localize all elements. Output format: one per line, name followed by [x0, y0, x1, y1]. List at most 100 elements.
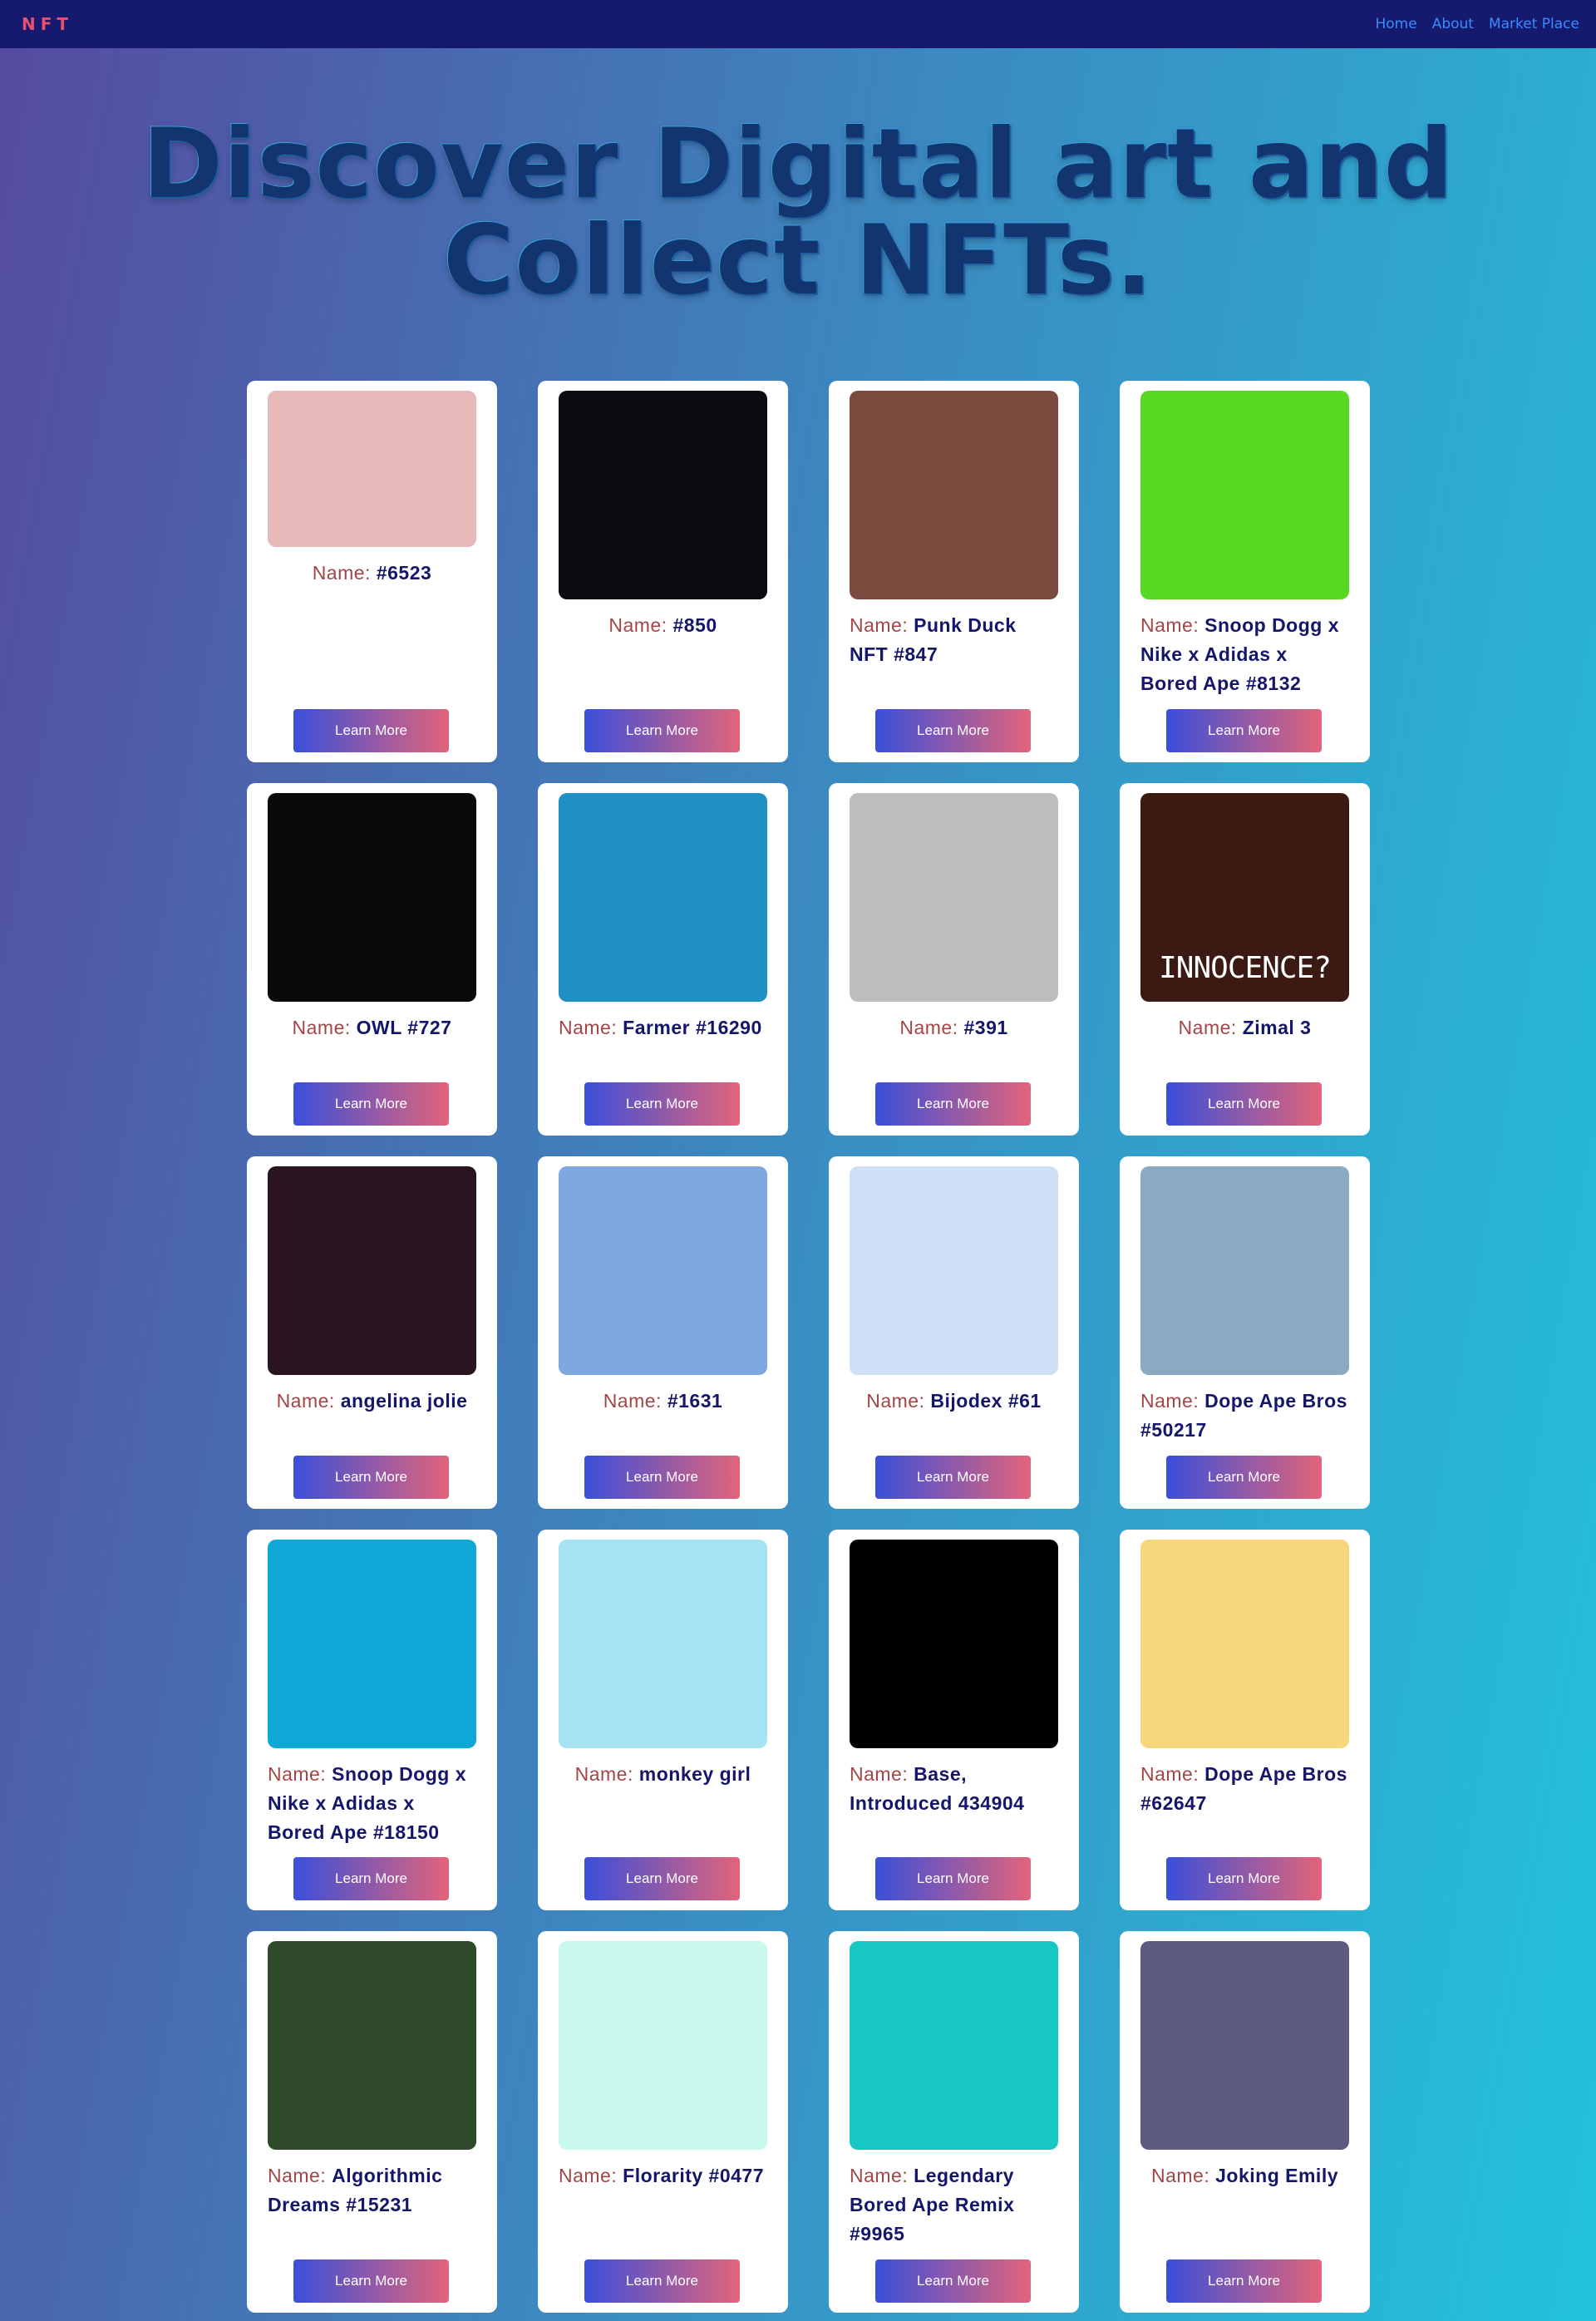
learn-more-button[interactable]: Learn More [293, 1082, 449, 1126]
learn-more-button[interactable]: Learn More [584, 1082, 740, 1126]
nft-name: Name: monkey girl [559, 1760, 767, 1789]
nft-name: Name: Joking Emily [1140, 2161, 1349, 2190]
nft-name: Name: #850 [559, 611, 767, 640]
nft-card: Name: Legendary Bored Ape Remix #9965 Lea… [829, 1931, 1079, 2313]
learn-more-button[interactable]: Learn More [293, 2259, 449, 2303]
name-label: Name: [312, 562, 371, 584]
learn-more-button[interactable]: Learn More [1166, 1857, 1322, 1900]
learn-more-button[interactable]: Learn More [1166, 1082, 1322, 1126]
learn-more-button[interactable]: Learn More [1166, 709, 1322, 752]
nav-link-market-place[interactable]: Market Place [1489, 16, 1579, 32]
name-label: Name: [574, 1763, 633, 1785]
nft-card: Name: Bijodex #61 Learn More [829, 1156, 1079, 1509]
name-value: #6523 [376, 562, 432, 584]
nft-name: Name: angelina jolie [268, 1387, 476, 1416]
nft-card: Name: #391 Learn More [829, 783, 1079, 1136]
nft-card: Name: Algorithmic Dreams #15231 Learn Mor… [247, 1931, 497, 2313]
learn-more-button[interactable]: Learn More [584, 1456, 740, 1499]
drip-ape-icon [1140, 1540, 1349, 1748]
nft-card: Name: Dope Ape Bros #62647 Learn More [1120, 1530, 1370, 1910]
learn-more-button[interactable]: Learn More [875, 1857, 1031, 1900]
gold-tooth-ape-icon [850, 1941, 1058, 2150]
villa-landscape-icon [268, 1941, 476, 2150]
name-value: angelina jolie [340, 1390, 468, 1412]
learn-more-button[interactable]: Learn More [875, 709, 1031, 752]
name-label: Name: [1178, 1017, 1237, 1038]
name-value: #1631 [667, 1390, 723, 1412]
monkey-girl-icon [559, 1540, 767, 1748]
ape-explorer-icon [268, 391, 476, 547]
nft-card: Name: Florarity #0477 Learn More [538, 1931, 788, 2313]
name-label: Name: [276, 1390, 335, 1412]
learn-more-button[interactable]: Learn More [875, 1082, 1031, 1126]
nft-card: Name: #1631 Learn More [538, 1156, 788, 1509]
nft-card: Name: #850 Learn More [538, 381, 788, 762]
bored-ape-icon [1140, 391, 1349, 599]
name-label: Name: [268, 2165, 327, 2186]
nft-card: Name: monkey girl Learn More [538, 1530, 788, 1910]
nav-links: Home About Market Place [1375, 16, 1579, 32]
ghost-girl-icon [1140, 1941, 1349, 2150]
learn-more-button[interactable]: Learn More [293, 709, 449, 752]
learn-more-button[interactable]: Learn More [1166, 1456, 1322, 1499]
name-label: Name: [866, 1390, 925, 1412]
nft-card: Name: Snoop Dogg x Nike x Adidas x Bored… [1120, 381, 1370, 762]
dot-grid-icon [850, 1540, 1058, 1748]
nft-card: Name: Dope Ape Bros #50217 Learn More [1120, 1156, 1370, 1509]
nft-name: Name: Algorithmic Dreams #15231 [268, 2161, 476, 2220]
nft-name: Name: Florarity #0477 [559, 2161, 767, 2190]
nav-link-about[interactable]: About [1432, 16, 1474, 32]
name-value: #391 [963, 1017, 1008, 1038]
warrior-woman-icon [268, 1166, 476, 1375]
ascii-owl-icon [268, 793, 476, 1002]
name-value: Florarity #0477 [623, 2165, 765, 2186]
top-navbar: NFT Home About Market Place [0, 0, 1596, 48]
learn-more-button[interactable]: Learn More [875, 2259, 1031, 2303]
name-label: Name: [608, 614, 667, 636]
name-value: Bijodex #61 [930, 1390, 1042, 1412]
nft-card: Name: Snoop Dogg x Nike x Adidas x Bored… [247, 1530, 497, 1910]
neon-cubes-icon [559, 391, 767, 599]
name-value: monkey girl [638, 1763, 751, 1785]
ape-banana-icon [559, 1166, 767, 1375]
nft-name: Name: Zimal 3 [1140, 1013, 1349, 1042]
camo-ape-icon [1140, 1166, 1349, 1375]
name-label: Name: [1140, 614, 1199, 636]
hero-title: Discover Digital art and Collect NFTs. [142, 108, 1454, 317]
nft-card: Name: OWL #727 Learn More [247, 783, 497, 1136]
name-label: Name: [603, 1390, 662, 1412]
nft-name: Name: Bijodex #61 [850, 1387, 1058, 1416]
learn-more-button[interactable]: Learn More [584, 2259, 740, 2303]
name-label: Name: [850, 2165, 909, 2186]
learn-more-button[interactable]: Learn More [875, 1456, 1031, 1499]
nft-card: Name: Joking Emily Learn More [1120, 1931, 1370, 2313]
nft-card: Name: Punk Duck NFT #847 Learn More [829, 381, 1079, 762]
nft-name: Name: Dope Ape Bros #50217 [1140, 1387, 1349, 1445]
nft-name: Name: Punk Duck NFT #847 [850, 611, 1058, 669]
nft-name: Name: Snoop Dogg x Nike x Adidas x Bored… [1140, 611, 1349, 698]
learn-more-button[interactable]: Learn More [293, 1857, 449, 1900]
nft-name: Name: Dope Ape Bros #62647 [1140, 1760, 1349, 1818]
baby-portrait-icon: INNOCENCE? [1140, 793, 1349, 1002]
nav-link-home[interactable]: Home [1375, 16, 1416, 32]
nft-card: Name: #6523 Learn More [247, 381, 497, 762]
nft-card: INNOCENCE? Name: Zimal 3 Learn More [1120, 783, 1370, 1136]
nft-name: Name: Farmer #16290 [559, 1013, 767, 1042]
halo-ape-icon [268, 1540, 476, 1748]
learn-more-button[interactable]: Learn More [584, 1857, 740, 1900]
learn-more-button[interactable]: Learn More [293, 1456, 449, 1499]
name-value: Zimal 3 [1242, 1017, 1312, 1038]
name-value: Joking Emily [1215, 2165, 1338, 2186]
brand-logo[interactable]: NFT [22, 14, 73, 34]
potato-icon [850, 793, 1058, 1002]
name-value: #850 [672, 614, 717, 636]
name-label: Name: [850, 1763, 909, 1785]
name-label: Name: [559, 2165, 618, 2186]
nft-name: Name: #1631 [559, 1387, 767, 1416]
learn-more-button[interactable]: Learn More [584, 709, 740, 752]
art-caption: INNOCENCE? [1159, 951, 1332, 985]
nft-card-grid: Name: #6523 Learn More Name: #850 Learn Mor… [247, 381, 1370, 2313]
name-label: Name: [1140, 1390, 1199, 1412]
nft-name: Name: Base, Introduced 434904 [850, 1760, 1058, 1818]
learn-more-button[interactable]: Learn More [1166, 2259, 1322, 2303]
